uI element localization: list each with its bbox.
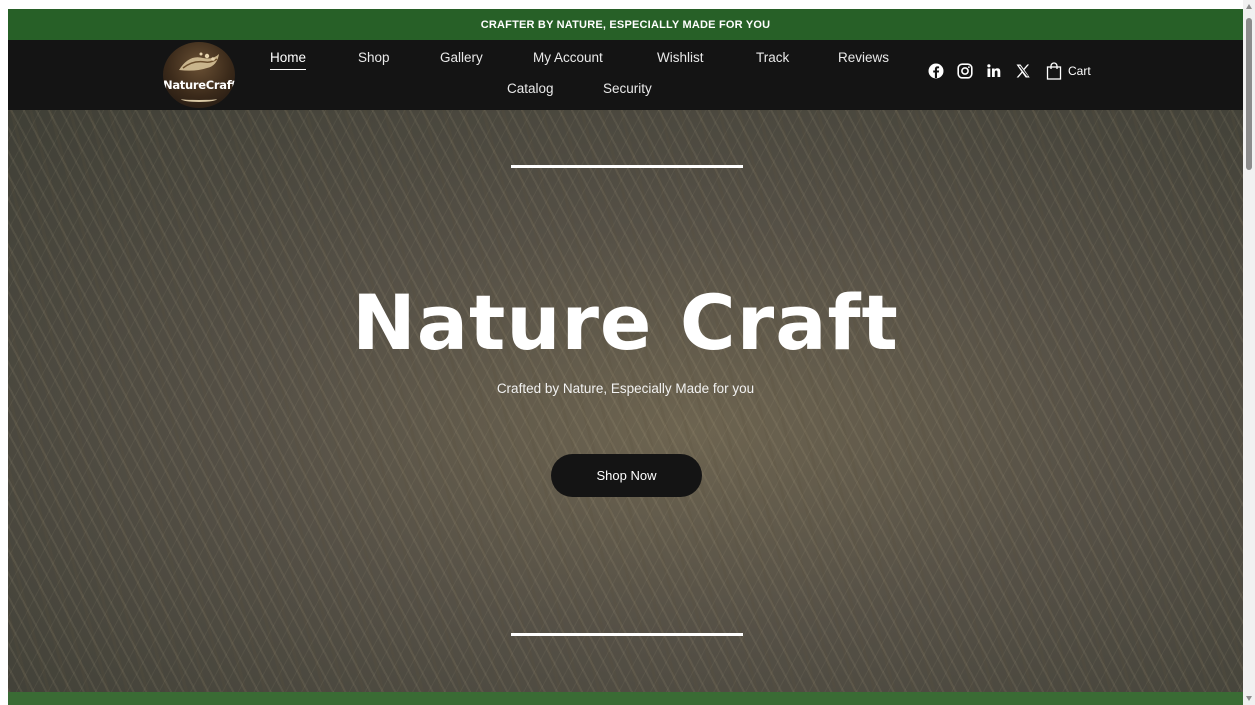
hero-section: Nature Craft Crafted by Nature, Especial… — [8, 110, 1243, 692]
nav-reviews[interactable]: Reviews — [838, 50, 889, 65]
scroll-down-icon[interactable] — [1246, 696, 1252, 701]
next-section-band — [8, 692, 1243, 705]
nav-home[interactable]: Home — [270, 50, 307, 70]
logo-art-icon — [179, 52, 219, 71]
page-scrollbar[interactable] — [1243, 0, 1255, 705]
announcement-bar: CRAFTER BY NATURE, ESPECIALLY MADE FOR Y… — [8, 9, 1243, 40]
instagram-icon[interactable] — [957, 63, 973, 79]
main-nav: Home Shop Gallery My Account Wishlist Tr… — [248, 40, 908, 110]
page-frame: CRAFTER BY NATURE, ESPECIALLY MADE FOR Y… — [8, 9, 1243, 705]
scroll-up-icon[interactable] — [1246, 4, 1252, 9]
nav-wishlist[interactable]: Wishlist — [657, 50, 704, 65]
logo-swoosh — [181, 96, 217, 102]
shopping-bag-icon — [1046, 62, 1062, 80]
nav-my-account[interactable]: My Account — [533, 50, 603, 65]
hero-subtitle: Crafted by Nature, Especially Made for y… — [496, 381, 755, 396]
nav-gallery[interactable]: Gallery — [440, 50, 483, 65]
shop-now-button[interactable]: Shop Now — [551, 454, 702, 497]
site-logo[interactable]: NatureCraft — [163, 42, 235, 108]
site-header: NatureCraft Home Shop Gallery My Account… — [8, 40, 1243, 110]
nav-security[interactable]: Security — [603, 81, 652, 96]
hero-bottom-divider — [511, 633, 743, 636]
cart-label: Cart — [1068, 64, 1091, 78]
x-icon[interactable] — [1015, 63, 1031, 79]
linkedin-icon[interactable] — [986, 63, 1002, 79]
nav-catalog[interactable]: Catalog — [507, 81, 554, 96]
announcement-text: CRAFTER BY NATURE, ESPECIALLY MADE FOR Y… — [480, 18, 771, 31]
social-links: Cart — [928, 62, 1091, 80]
cart-link[interactable]: Cart — [1046, 62, 1091, 80]
logo-text: NatureCraft — [163, 78, 235, 92]
facebook-icon[interactable] — [928, 63, 944, 79]
scrollbar-thumb[interactable] — [1246, 18, 1252, 170]
hero-top-divider — [511, 165, 743, 168]
nav-track[interactable]: Track — [756, 50, 789, 65]
nav-shop[interactable]: Shop — [358, 50, 390, 65]
hero-title: Nature Craft — [352, 278, 899, 367]
